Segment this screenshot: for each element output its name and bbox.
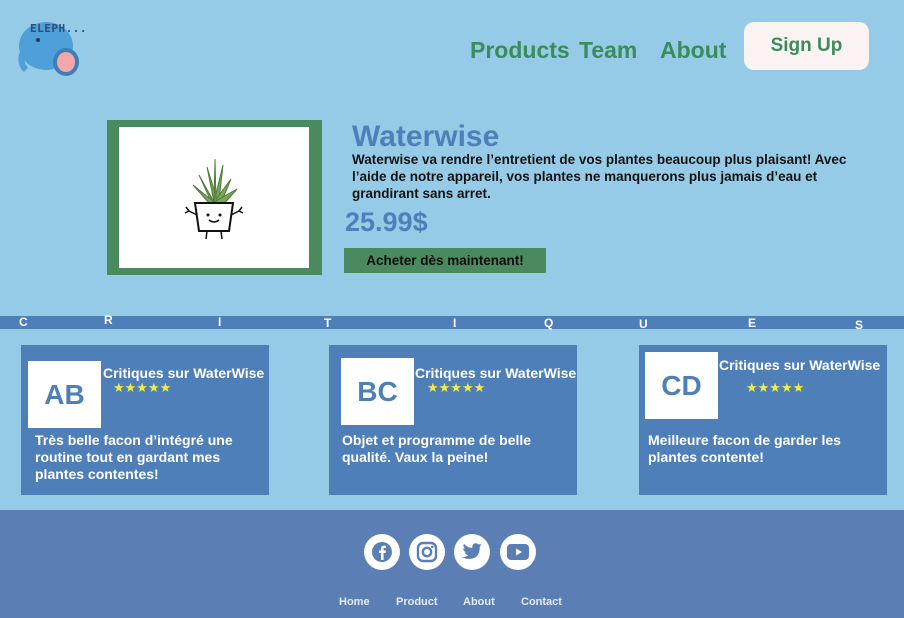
critiques-letter: Q — [544, 316, 554, 330]
footer-link-about[interactable]: About — [463, 596, 495, 608]
potted-plant-icon — [184, 158, 244, 240]
twitter-icon[interactable] — [454, 534, 490, 570]
footer-link-home[interactable]: Home — [339, 596, 370, 608]
product-image — [119, 127, 309, 268]
critiques-letter: I — [218, 315, 222, 329]
product-title: Waterwise — [352, 120, 500, 153]
reviewer-avatar: AB — [28, 361, 101, 428]
elephant-logo-icon — [18, 22, 79, 76]
review-text: Très belle facon d’intégré une routine t… — [35, 432, 233, 482]
footer — [0, 510, 904, 618]
star-rating: ★★★★★ — [427, 380, 486, 395]
footer-link-product[interactable]: Product — [396, 596, 438, 608]
nav-about-link[interactable]: About — [660, 37, 726, 64]
sign-up-button[interactable]: Sign Up — [744, 22, 869, 70]
critiques-letter: C — [19, 315, 28, 329]
reviewer-avatar: CD — [645, 352, 718, 419]
critiques-letter: R — [104, 313, 113, 327]
instagram-icon[interactable] — [409, 534, 445, 570]
critiques-letter: U — [639, 317, 648, 331]
star-rating: ★★★★★ — [113, 380, 172, 395]
youtube-icon[interactable] — [500, 534, 536, 570]
review-title: Critiques sur WaterWise — [103, 365, 265, 381]
reviewer-avatar: BC — [341, 358, 414, 425]
review-title: Critiques sur WaterWise — [415, 365, 577, 381]
buy-now-button[interactable]: Acheter dès maintenant! — [344, 248, 546, 273]
review-text: Meilleure facon de garder les plantes co… — [648, 432, 841, 465]
critiques-letter: T — [324, 316, 332, 330]
logo[interactable]: ELEPH... — [16, 10, 86, 78]
review-title: Critiques sur WaterWise — [719, 357, 881, 373]
critiques-letter: E — [748, 316, 757, 330]
product-image-frame — [107, 120, 322, 275]
product-description: Waterwise va rendre l’entretient de vos … — [352, 152, 847, 201]
nav-team-link[interactable]: Team — [579, 37, 637, 64]
review-card: BC Critiques sur WaterWise ★★★★★ Objet e… — [329, 345, 577, 495]
critiques-letter: I — [453, 316, 457, 330]
nav-products-link[interactable]: Products — [470, 37, 570, 64]
critiques-banner — [0, 316, 904, 329]
product-price: 25.99$ — [345, 207, 428, 237]
facebook-icon[interactable] — [364, 534, 400, 570]
footer-link-contact[interactable]: Contact — [521, 596, 562, 608]
review-card: CD Critiques sur WaterWise ★★★★★ Meilleu… — [639, 345, 887, 495]
star-rating: ★★★★★ — [746, 380, 805, 395]
critiques-letter: S — [855, 318, 864, 332]
logo-text: ELEPH... — [30, 22, 87, 35]
review-card: AB Critiques sur WaterWise ★★★★★ Très be… — [21, 345, 269, 495]
review-text: Objet et programme de belle qualité. Vau… — [342, 432, 532, 465]
